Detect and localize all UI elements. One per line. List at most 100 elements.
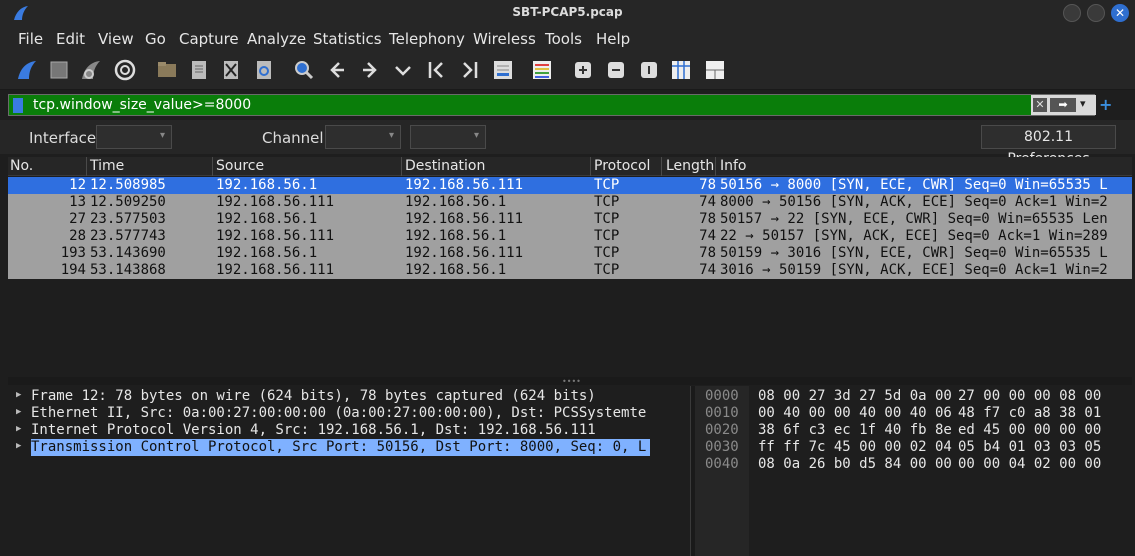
stop-square-icon <box>50 61 68 79</box>
menu-bar: File Edit View Go Capture Analyze Statis… <box>0 26 1135 52</box>
maximize-button[interactable] <box>1087 4 1105 22</box>
column-header-destination[interactable]: Destination <box>405 158 485 174</box>
column-header-length[interactable]: Length <box>666 158 714 174</box>
layout-button[interactable] <box>702 57 728 83</box>
detail-tree-item[interactable]: ▶ Ethernet II, Src: 0a:00:27:00:00:00 (0… <box>8 405 690 422</box>
main-toolbar <box>0 52 1135 90</box>
file-icon <box>192 61 206 79</box>
expand-arrow-icon[interactable]: ▶ <box>16 390 21 400</box>
auto-scroll-button[interactable] <box>490 57 516 83</box>
packet-row[interactable]: 27 23.577503 192.168.56.1 192.168.56.111… <box>8 211 1132 228</box>
shark-fin-icon <box>18 61 36 79</box>
last-packet-icon <box>463 62 478 78</box>
apply-filter-icon[interactable]: ➡ <box>1050 98 1076 112</box>
channel-combo[interactable]: ▾ <box>325 125 401 149</box>
restart-fin-icon <box>82 61 100 79</box>
capture-options-button[interactable] <box>112 57 138 83</box>
filter-history-dropdown-icon[interactable]: ▾ <box>1080 97 1086 110</box>
packet-row[interactable]: 28 23.577743 192.168.56.111 192.168.56.1… <box>8 228 1132 245</box>
close-file-icon <box>224 61 238 79</box>
packet-row[interactable]: 12 12.508985 192.168.56.1 192.168.56.111… <box>8 177 1132 194</box>
wlan-preferences-button[interactable]: 802.11 Preferences <box>981 125 1116 167</box>
add-filter-button-icon[interactable]: + <box>1099 95 1112 114</box>
column-header-source[interactable]: Source <box>216 158 264 174</box>
detail-tree-item[interactable]: ▶ Transmission Control Protocol, Src Por… <box>8 439 690 456</box>
menu-statistics[interactable]: Statistics <box>313 30 382 48</box>
start-capture-button[interactable] <box>14 57 40 83</box>
column-header-no[interactable]: No. <box>10 158 33 174</box>
packet-details-pane[interactable]: ▶ Frame 12: 78 bytes on wire (624 bits),… <box>8 386 691 556</box>
horizontal-splitter[interactable]: •••• <box>8 377 1132 386</box>
jump-icon <box>395 66 411 76</box>
bytes-row[interactable]: 0020 38 6f c3 ec 1f 40 fb 8e ed 45 00 00… <box>695 422 1135 439</box>
channel-label: Channel <box>262 129 324 147</box>
menu-capture[interactable]: Capture <box>179 30 239 48</box>
save-file-button[interactable] <box>186 57 212 83</box>
resize-columns-button[interactable] <box>668 57 694 83</box>
bytes-row[interactable]: 0010 00 40 00 00 40 00 40 06 48 f7 c0 a8… <box>695 405 1135 422</box>
bytes-row[interactable]: 0000 08 00 27 3d 27 5d 0a 00 27 00 00 00… <box>695 388 1135 405</box>
zoom-in-icon <box>575 62 591 78</box>
minimize-button[interactable] <box>1063 4 1081 22</box>
bytes-row[interactable]: 0030 ff ff 7c 45 00 00 02 04 05 b4 01 03… <box>695 439 1135 456</box>
magnifier-icon <box>295 61 314 80</box>
reload-file-button[interactable] <box>251 57 277 83</box>
expand-arrow-icon[interactable]: ▶ <box>16 407 21 417</box>
arrow-right-icon <box>363 62 377 78</box>
clear-filter-icon[interactable]: ✕ <box>1033 98 1047 112</box>
packet-row[interactable]: 13 12.509250 192.168.56.111 192.168.56.1… <box>8 194 1132 211</box>
packet-bytes-pane[interactable]: 0000 08 00 27 3d 27 5d 0a 00 27 00 00 00… <box>695 386 1135 556</box>
column-header-info[interactable]: Info <box>720 158 747 174</box>
normal-size-icon <box>641 62 657 78</box>
close-button[interactable]: ✕ <box>1111 4 1129 22</box>
colorize-button[interactable] <box>529 57 555 83</box>
menu-tools[interactable]: Tools <box>545 30 582 48</box>
detail-tree-item[interactable]: ▶ Frame 12: 78 bytes on wire (624 bits),… <box>8 388 690 405</box>
menu-wireless[interactable]: Wireless <box>473 30 536 48</box>
filter-actions: ✕ ➡ ▾ <box>1031 95 1096 115</box>
channel-width-combo[interactable]: ▾ <box>410 125 486 149</box>
window-title: SBT-PCAP5.pcap <box>512 5 623 19</box>
title-bar: SBT-PCAP5.pcap ✕ <box>0 0 1135 26</box>
arrow-left-icon <box>330 62 344 78</box>
normal-size-button[interactable] <box>636 57 662 83</box>
chevron-down-icon: ▾ <box>159 130 165 141</box>
go-back-button[interactable] <box>324 57 350 83</box>
close-file-button[interactable] <box>218 57 244 83</box>
first-packet-button[interactable] <box>424 57 450 83</box>
first-packet-icon <box>428 62 443 78</box>
layout-icon <box>706 61 724 79</box>
display-filter-bar[interactable]: tcp.window_size_value>=8000 ✕ ➡ ▾ <box>8 94 1096 116</box>
last-packet-button[interactable] <box>456 57 482 83</box>
find-packet-button[interactable] <box>291 57 317 83</box>
packet-row[interactable]: 193 53.143690 192.168.56.1 192.168.56.11… <box>8 245 1132 262</box>
menu-telephony[interactable]: Telephony <box>389 30 465 48</box>
column-header-protocol[interactable]: Protocol <box>594 158 650 174</box>
detail-tree-item[interactable]: ▶ Internet Protocol Version 4, Src: 192.… <box>8 422 690 439</box>
menu-help[interactable]: Help <box>596 30 630 48</box>
stop-capture-button[interactable] <box>46 57 72 83</box>
menu-analyze[interactable]: Analyze <box>247 30 306 48</box>
expand-arrow-icon[interactable]: ▶ <box>16 424 21 434</box>
packet-list[interactable]: No. Time Source Destination Protocol Len… <box>8 157 1132 375</box>
zoom-in-button[interactable] <box>570 57 596 83</box>
menu-edit[interactable]: Edit <box>56 30 85 48</box>
bookmark-icon[interactable] <box>13 98 23 113</box>
go-forward-button[interactable] <box>357 57 383 83</box>
open-file-button[interactable] <box>154 57 180 83</box>
packet-row[interactable]: 194 53.143868 192.168.56.111 192.168.56.… <box>8 262 1132 279</box>
menu-file[interactable]: File <box>18 30 43 48</box>
go-to-packet-button[interactable] <box>390 57 416 83</box>
zoom-out-button[interactable] <box>603 57 629 83</box>
menu-view[interactable]: View <box>98 30 134 48</box>
interface-label: Interface <box>29 129 97 147</box>
bytes-row[interactable]: 0040 08 0a 26 b0 d5 84 00 00 00 00 04 02… <box>695 456 1135 473</box>
column-header-time[interactable]: Time <box>90 158 124 174</box>
auto-scroll-icon <box>494 61 512 79</box>
interface-combo[interactable]: ▾ <box>96 125 172 149</box>
display-filter-input[interactable]: tcp.window_size_value>=8000 <box>33 97 251 113</box>
expand-arrow-icon[interactable]: ▶ <box>16 441 21 451</box>
menu-go[interactable]: Go <box>145 30 166 48</box>
restart-capture-button[interactable] <box>78 57 104 83</box>
packet-list-header: No. Time Source Destination Protocol Len… <box>8 157 1132 176</box>
